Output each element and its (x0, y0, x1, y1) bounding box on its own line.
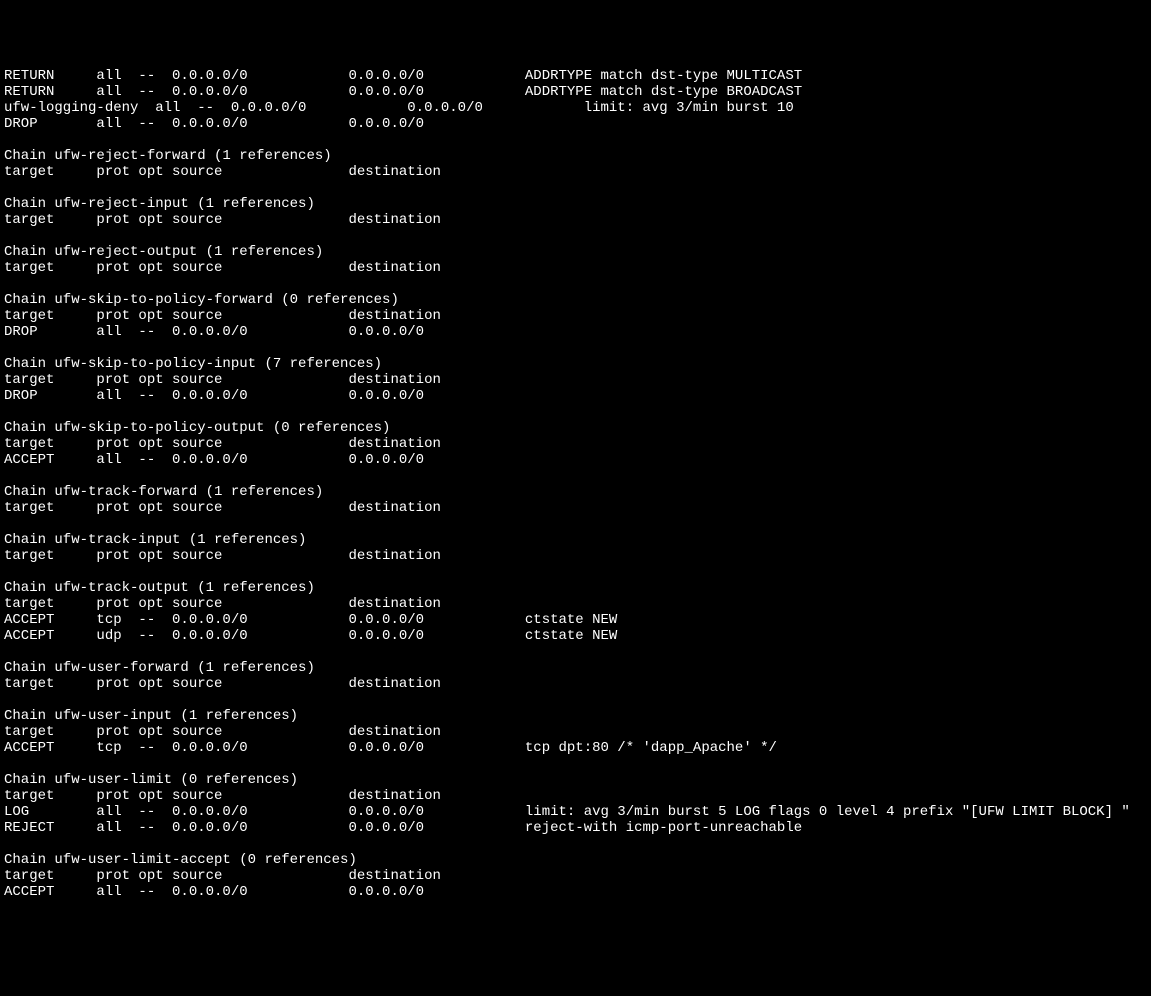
terminal-line (4, 756, 1147, 772)
terminal-line (4, 228, 1147, 244)
terminal-line: DROP all -- 0.0.0.0/0 0.0.0.0/0 (4, 388, 1147, 404)
terminal-line (4, 564, 1147, 580)
terminal-line: target prot opt source destination (4, 212, 1147, 228)
terminal-line (4, 132, 1147, 148)
terminal-line: target prot opt source destination (4, 868, 1147, 884)
terminal-line: target prot opt source destination (4, 436, 1147, 452)
terminal-line: target prot opt source destination (4, 676, 1147, 692)
terminal-line: target prot opt source destination (4, 372, 1147, 388)
terminal-line: ufw-logging-deny all -- 0.0.0.0/0 0.0.0.… (4, 100, 1147, 116)
terminal-line (4, 836, 1147, 852)
terminal-line: target prot opt source destination (4, 308, 1147, 324)
terminal-line (4, 900, 1147, 916)
terminal-line (4, 644, 1147, 660)
terminal-line: REJECT all -- 0.0.0.0/0 0.0.0.0/0 reject… (4, 820, 1147, 836)
terminal-line: target prot opt source destination (4, 548, 1147, 564)
terminal-line: ACCEPT all -- 0.0.0.0/0 0.0.0.0/0 (4, 884, 1147, 900)
terminal-line: Chain ufw-track-forward (1 references) (4, 484, 1147, 500)
terminal-line (4, 340, 1147, 356)
terminal-line: Chain ufw-user-limit-accept (0 reference… (4, 852, 1147, 868)
terminal-line: target prot opt source destination (4, 260, 1147, 276)
terminal-line: Chain ufw-reject-input (1 references) (4, 196, 1147, 212)
terminal-line: target prot opt source destination (4, 724, 1147, 740)
terminal-line (4, 404, 1147, 420)
terminal-line: Chain ufw-skip-to-policy-output (0 refer… (4, 420, 1147, 436)
terminal-line (4, 276, 1147, 292)
terminal-line: ACCEPT tcp -- 0.0.0.0/0 0.0.0.0/0 ctstat… (4, 612, 1147, 628)
terminal-line: Chain ufw-track-input (1 references) (4, 532, 1147, 548)
terminal-line: Chain ufw-skip-to-policy-input (7 refere… (4, 356, 1147, 372)
terminal-line (4, 516, 1147, 532)
terminal-line (4, 692, 1147, 708)
terminal-line: ACCEPT tcp -- 0.0.0.0/0 0.0.0.0/0 tcp dp… (4, 740, 1147, 756)
terminal-line (4, 468, 1147, 484)
terminal-line: ACCEPT udp -- 0.0.0.0/0 0.0.0.0/0 ctstat… (4, 628, 1147, 644)
terminal-line: DROP all -- 0.0.0.0/0 0.0.0.0/0 (4, 324, 1147, 340)
terminal-line: Chain ufw-user-input (1 references) (4, 708, 1147, 724)
terminal-line: LOG all -- 0.0.0.0/0 0.0.0.0/0 limit: av… (4, 804, 1147, 820)
terminal-line: target prot opt source destination (4, 164, 1147, 180)
terminal-line (4, 180, 1147, 196)
terminal-line: ACCEPT all -- 0.0.0.0/0 0.0.0.0/0 (4, 452, 1147, 468)
terminal-line: target prot opt source destination (4, 596, 1147, 612)
terminal-line: Chain ufw-user-limit (0 references) (4, 772, 1147, 788)
terminal-line: Chain ufw-user-forward (1 references) (4, 660, 1147, 676)
terminal-line: Chain ufw-reject-output (1 references) (4, 244, 1147, 260)
terminal-line: RETURN all -- 0.0.0.0/0 0.0.0.0/0 ADDRTY… (4, 84, 1147, 100)
terminal-line: target prot opt source destination (4, 788, 1147, 804)
terminal-line: Chain ufw-reject-forward (1 references) (4, 148, 1147, 164)
terminal-line: RETURN all -- 0.0.0.0/0 0.0.0.0/0 ADDRTY… (4, 68, 1147, 84)
terminal-line: target prot opt source destination (4, 500, 1147, 516)
terminal-line: Chain ufw-track-output (1 references) (4, 580, 1147, 596)
terminal-line: Chain ufw-skip-to-policy-forward (0 refe… (4, 292, 1147, 308)
terminal-line: DROP all -- 0.0.0.0/0 0.0.0.0/0 (4, 116, 1147, 132)
terminal-output: RETURN all -- 0.0.0.0/0 0.0.0.0/0 ADDRTY… (4, 68, 1147, 916)
